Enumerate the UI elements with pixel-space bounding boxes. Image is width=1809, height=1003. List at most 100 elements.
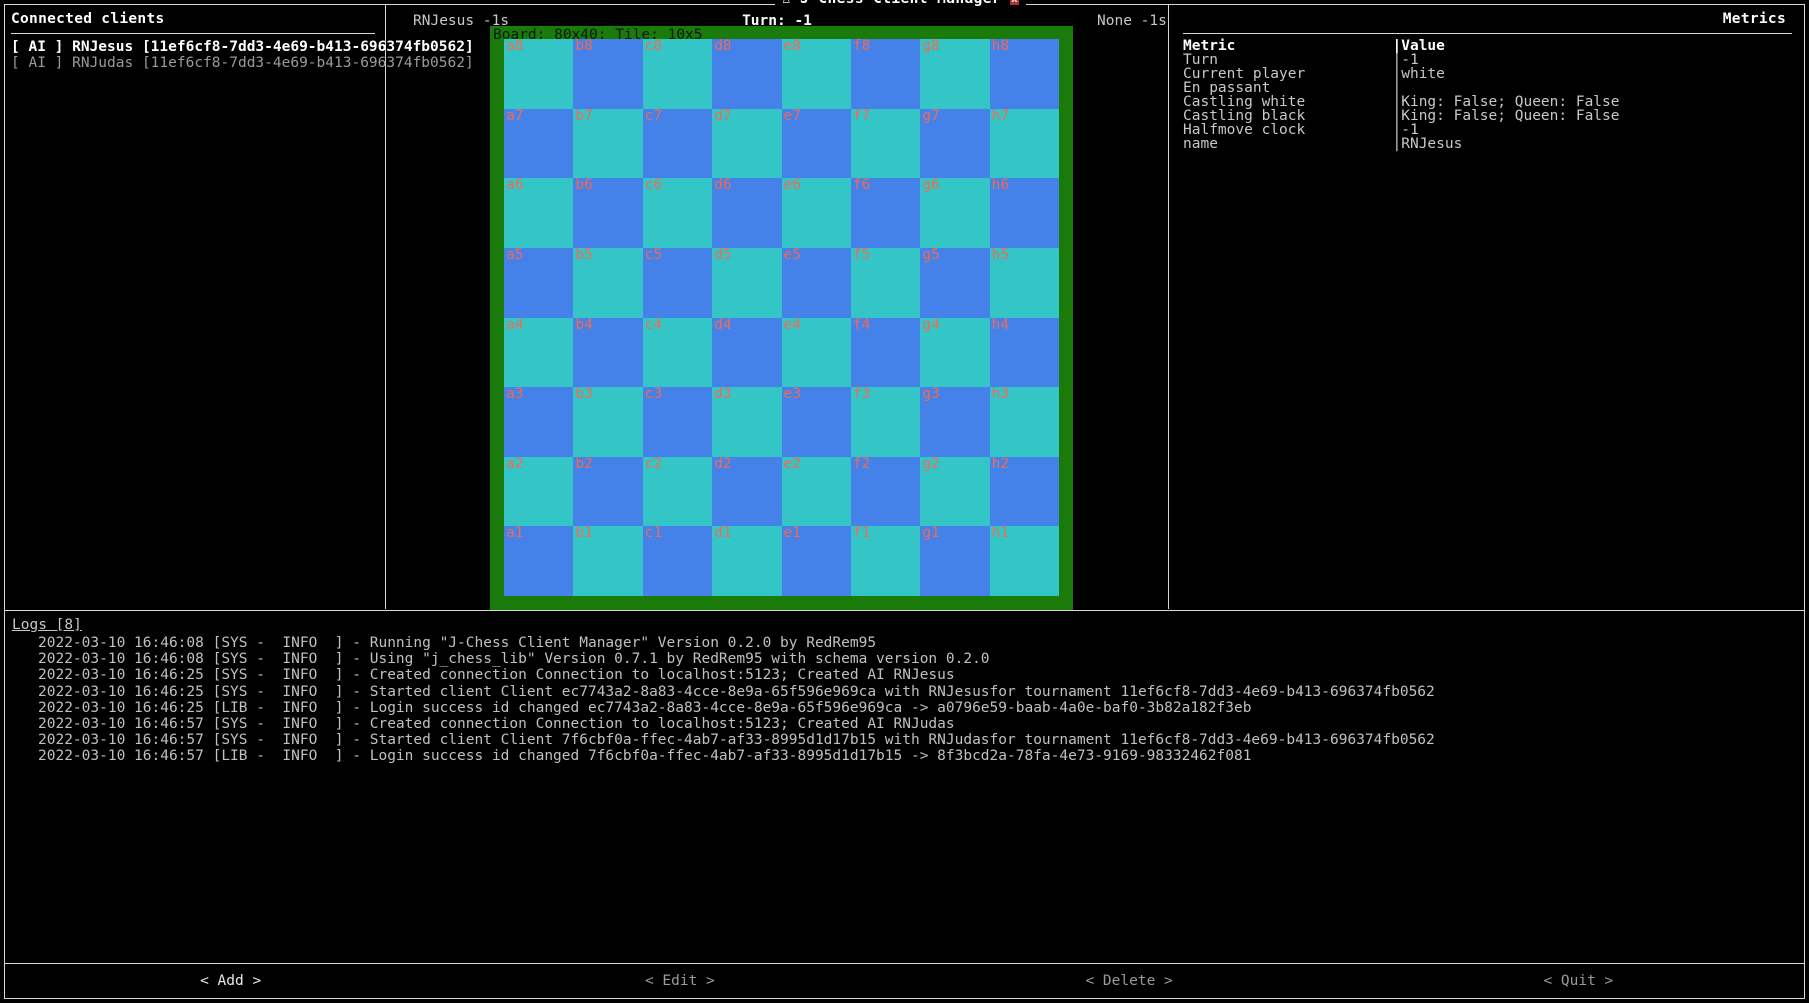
board-square-e8[interactable]: e8 <box>781 39 851 109</box>
square-label: e6 <box>783 178 801 194</box>
board-square-g5[interactable]: g5 <box>920 247 990 318</box>
metrics-pane: Metrics Metric |Value Turn |-1 Current pla… <box>1169 5 1804 609</box>
board-square-b8[interactable]: b8 <box>573 39 643 109</box>
board-square-g6[interactable]: g6 <box>920 178 990 248</box>
board-square-g4[interactable]: g4 <box>920 317 990 388</box>
footer-button-quit[interactable]: < Quit > <box>1354 964 1803 998</box>
square-label: e8 <box>783 39 801 54</box>
board-square-e5[interactable]: e5 <box>781 247 851 318</box>
board-square-h6[interactable]: h6 <box>989 178 1059 248</box>
board-square-f3[interactable]: f3 <box>850 387 921 457</box>
board-square-h5[interactable]: h5 <box>989 247 1059 318</box>
board-square-d5[interactable]: d5 <box>712 247 782 318</box>
board-square-e1[interactable]: e1 <box>781 526 851 596</box>
square-label: f4 <box>852 317 871 333</box>
board-square-b4[interactable]: b4 <box>573 317 643 388</box>
square-label: f6 <box>852 178 871 194</box>
footer-button-edit[interactable]: < Edit > <box>455 964 904 998</box>
board-square-f6[interactable]: f6 <box>850 178 921 248</box>
board-square-a1[interactable]: a1 <box>504 526 574 596</box>
app-window: ♙ J-Chess Client-Manager x Connected cli… <box>0 0 1809 1003</box>
board-square-c1[interactable]: c1 <box>642 526 713 596</box>
player-right-label: None -1s <box>1097 13 1167 29</box>
board-square-b2[interactable]: b2 <box>573 456 643 527</box>
board-square-g8[interactable]: g8 <box>920 39 990 109</box>
board-square-c5[interactable]: c5 <box>642 247 713 318</box>
footer-button-delete[interactable]: < Delete > <box>905 964 1354 998</box>
board-square-c2[interactable]: c2 <box>642 456 713 527</box>
board-square-c6[interactable]: c6 <box>642 178 713 248</box>
square-label: d3 <box>714 387 732 403</box>
client-list-item-rnjesus[interactable]: [ AI ] RNJesus [11ef6cf8-7dd3-4e69-b413-… <box>9 39 474 55</box>
board-square-a3[interactable]: a3 <box>504 387 574 457</box>
metrics-row: Current player |white <box>1183 66 1445 82</box>
board-square-d2[interactable]: d2 <box>712 456 782 527</box>
board-square-e2[interactable]: e2 <box>781 456 851 527</box>
board-square-f1[interactable]: f1 <box>850 526 921 596</box>
square-label: a1 <box>506 526 524 542</box>
board-square-b3[interactable]: b3 <box>573 387 643 457</box>
square-label: a5 <box>506 247 524 263</box>
board-square-c4[interactable]: c4 <box>642 317 713 388</box>
square-label: d6 <box>714 178 732 194</box>
log-line: 2022-03-10 16:46:25 [LIB - INFO ] - Logi… <box>38 699 1252 716</box>
client-list-item-rnjudas[interactable]: [ AI ] RNJudas [11ef6cf8-7dd3-4e69-b413-… <box>9 55 474 71</box>
board-square-a2[interactable]: a2 <box>504 456 574 527</box>
square-label: a2 <box>506 456 524 472</box>
board-square-b5[interactable]: b5 <box>573 247 643 318</box>
footer-button-add[interactable]: < Add > <box>6 964 455 998</box>
board-square-a6[interactable]: a6 <box>504 178 574 248</box>
board-square-h4[interactable]: h4 <box>989 317 1059 388</box>
board-square-d8[interactable]: d8 <box>712 39 782 109</box>
square-label: h3 <box>991 387 1010 403</box>
board-square-e4[interactable]: e4 <box>781 317 851 388</box>
square-label: f7 <box>852 108 871 124</box>
board-square-f5[interactable]: f5 <box>850 247 921 318</box>
board-square-b1[interactable]: b1 <box>573 526 643 596</box>
metrics-row: Castling white |King: False; Queen: Fals… <box>1183 94 1620 110</box>
board-square-g2[interactable]: g2 <box>920 456 990 527</box>
board-square-f8[interactable]: f8 <box>850 39 921 109</box>
board-square-f2[interactable]: f2 <box>850 456 921 527</box>
board-square-f4[interactable]: f4 <box>850 317 921 388</box>
board-square-h2[interactable]: h2 <box>989 456 1059 527</box>
board-square-d6[interactable]: d6 <box>712 178 782 248</box>
board-square-c7[interactable]: c7 <box>642 108 713 179</box>
top-region: Connected clients [ AI ] RNJesus [11ef6c… <box>5 5 1804 610</box>
square-label: b3 <box>575 387 593 403</box>
square-label: d4 <box>714 317 732 333</box>
board-square-h1[interactable]: h1 <box>989 526 1059 596</box>
board-square-e6[interactable]: e6 <box>781 178 851 248</box>
board-square-f7[interactable]: f7 <box>850 108 921 179</box>
board-square-h3[interactable]: h3 <box>989 387 1059 457</box>
board-square-e7[interactable]: e7 <box>781 108 851 179</box>
board-square-b6[interactable]: b6 <box>573 178 643 248</box>
board-square-d1[interactable]: d1 <box>712 526 782 596</box>
board-square-a5[interactable]: a5 <box>504 247 574 318</box>
board-square-d4[interactable]: d4 <box>712 317 782 388</box>
board-square-e3[interactable]: e3 <box>781 387 851 457</box>
square-label: c4 <box>644 317 663 333</box>
board-square-a8[interactable]: a8 <box>504 39 574 109</box>
board-square-a4[interactable]: a4 <box>504 317 574 388</box>
footer-button-bar: < Add > < Edit > < Delete > < Quit > <box>6 964 1803 998</box>
chess-board[interactable]: Board: 80x40; Tile: 10x5 a8 b8 c8 d8 e8 f8 g8 h… <box>490 26 1073 610</box>
square-label: g8 <box>922 39 940 54</box>
square-label: a8 <box>506 39 524 54</box>
board-square-g7[interactable]: g7 <box>920 108 990 179</box>
logs-pane[interactable]: Logs [8] 2022-03-10 16:46:08 [SYS - INFO… <box>6 612 1803 962</box>
board-square-c3[interactable]: c3 <box>642 387 713 457</box>
board-square-g3[interactable]: g3 <box>920 387 990 457</box>
square-label: b8 <box>575 39 593 54</box>
board-square-h7[interactable]: h7 <box>989 108 1059 179</box>
board-square-d3[interactable]: d3 <box>712 387 782 457</box>
logs-title: Logs [8] <box>12 617 82 633</box>
board-square-a7[interactable]: a7 <box>504 108 574 179</box>
board-square-h8[interactable]: h8 <box>989 39 1059 109</box>
board-square-c8[interactable]: c8 <box>642 39 713 109</box>
board-square-g1[interactable]: g1 <box>920 526 990 596</box>
board-square-b7[interactable]: b7 <box>573 108 643 179</box>
board-square-d7[interactable]: d7 <box>712 108 782 179</box>
board-grid[interactable]: a8 b8 c8 d8 e8 f8 g8 h8 a7 b7 c7 d7 e7 f7 g7 h7 a6 b6 c6 d6… <box>504 39 1059 596</box>
connected-clients-pane: Connected clients [ AI ] RNJesus [11ef6c… <box>5 5 474 609</box>
